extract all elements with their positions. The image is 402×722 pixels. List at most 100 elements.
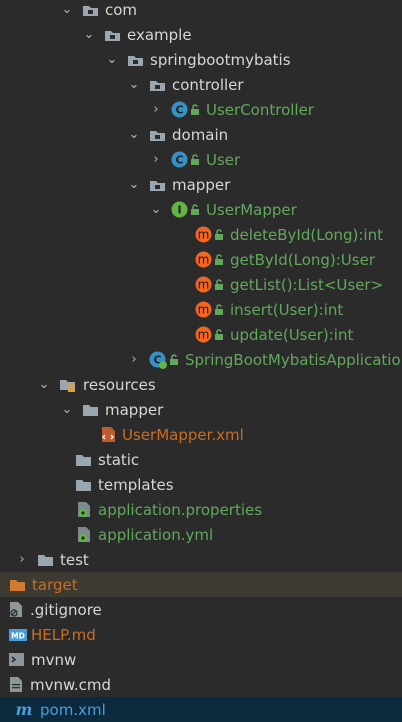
tree-item-mapper-folder[interactable]: ⌄ mapper [0, 397, 402, 422]
tree-item-mapper-package[interactable]: ⌄ mapper [0, 172, 402, 197]
tree-item-label: User [206, 150, 241, 169]
tree-item-mvnw[interactable]: mvnw [0, 647, 402, 672]
maven-badge-letter: m [16, 702, 33, 718]
markdown-file-icon: MD [9, 629, 27, 641]
package-icon [150, 130, 165, 141]
lock-icon [215, 228, 223, 240]
tree-item-method[interactable]: m update(User):int [0, 322, 402, 347]
spring-config-icon [78, 527, 90, 542]
tree-item-label: mapper [172, 175, 231, 194]
tree-item-springbootmybatis[interactable]: ⌄ springbootmybatis [0, 47, 402, 72]
tree-item-application-class[interactable]: › C SpringBootMybatisApplication [0, 347, 402, 372]
tree-item-label: update(User):int [230, 325, 354, 344]
tree-item-com[interactable]: ⌄ com [0, 0, 402, 22]
chevron-down-icon[interactable]: ⌄ [127, 77, 141, 92]
tree-item-label: UserMapper.xml [122, 425, 244, 444]
folder-icon [76, 454, 91, 466]
folder-icon [76, 479, 91, 491]
tree-item-domain[interactable]: ⌄ domain [0, 122, 402, 147]
tree-item-label: HELP.md [31, 625, 96, 644]
shell-script-icon [9, 653, 24, 666]
method-icon: m [195, 226, 212, 243]
chevron-right-icon[interactable]: › [149, 152, 163, 167]
package-icon [150, 80, 165, 91]
tree-item-pom-xml[interactable]: m pom.xml [0, 697, 402, 722]
package-icon [150, 180, 165, 191]
chevron-down-icon[interactable]: ⌄ [149, 202, 163, 217]
tree-item-templates[interactable]: templates [0, 472, 402, 497]
method-badge-letter: m [198, 328, 210, 342]
tree-item-application-yml[interactable]: application.yml [0, 522, 402, 547]
chevron-down-icon[interactable]: ⌄ [127, 127, 141, 142]
tree-item-help-md[interactable]: MD HELP.md [0, 622, 402, 647]
method-badge-letter: m [198, 278, 210, 292]
tree-item-label: controller [172, 75, 244, 94]
text-file-icon [10, 677, 22, 692]
tree-item-test[interactable]: › test [0, 547, 402, 572]
tree-item-label: target [32, 575, 78, 594]
folder-icon [38, 554, 53, 566]
package-icon [128, 55, 143, 66]
lock-icon [215, 253, 223, 265]
tree-item-method[interactable]: m getList():List<User> [0, 272, 402, 297]
tree-item-example[interactable]: ⌄ example [0, 22, 402, 47]
chevron-right-icon[interactable]: › [15, 552, 29, 567]
tree-item-label: mvnw [31, 650, 77, 669]
tree-item-label: .gitignore [30, 600, 102, 619]
lock-icon [215, 278, 223, 290]
class-badge-letter: C [175, 104, 183, 117]
tree-item-user[interactable]: › C User [0, 147, 402, 172]
tree-item-controller[interactable]: ⌄ controller [0, 72, 402, 97]
tree-item-target[interactable]: › target [0, 572, 402, 597]
tree-item-method[interactable]: m insert(User):int [0, 297, 402, 322]
tree-item-resources[interactable]: ⌄ resources [0, 372, 402, 397]
tree-item-application-properties[interactable]: application.properties [0, 497, 402, 522]
tree-item-user-controller[interactable]: › C UserController [0, 97, 402, 122]
method-icon: m [195, 251, 212, 268]
project-tree: ⌄ com ⌄ example ⌄ springbootmybatis ⌄ co… [0, 0, 402, 722]
method-icon: m [195, 276, 212, 293]
chevron-down-icon[interactable]: ⌄ [60, 2, 74, 17]
method-badge-letter: m [198, 303, 210, 317]
tree-item-label: getById(Long):User [230, 250, 375, 269]
lock-icon [170, 353, 178, 365]
chevron-down-icon[interactable]: ⌄ [82, 27, 96, 42]
chevron-right-icon[interactable]: › [127, 352, 141, 367]
tree-item-static[interactable]: static [0, 447, 402, 472]
chevron-down-icon[interactable]: ⌄ [127, 177, 141, 192]
tree-item-mvnw-cmd[interactable]: mvnw.cmd [0, 672, 402, 697]
interface-badge-letter: I [177, 204, 181, 217]
lock-icon [191, 153, 199, 165]
chevron-down-icon[interactable]: ⌄ [60, 402, 74, 417]
tree-item-label: getList():List<User> [230, 275, 384, 294]
tree-item-label: templates [98, 475, 174, 494]
resources-folder-icon [60, 380, 75, 392]
method-badge-letter: m [198, 253, 210, 267]
tree-item-method[interactable]: m deleteById(Long):int [0, 222, 402, 247]
tree-item-gitignore[interactable]: .gitignore [0, 597, 402, 622]
package-icon [105, 30, 120, 41]
tree-item-label: UserController [206, 100, 314, 119]
tree-item-label: application.yml [98, 525, 214, 544]
class-icon: C [171, 151, 188, 168]
chevron-right-icon[interactable]: › [149, 102, 163, 117]
md-badge-text: MD [11, 632, 25, 641]
chevron-down-icon[interactable]: ⌄ [105, 52, 119, 67]
spring-config-icon [78, 502, 90, 517]
ignore-file-icon [10, 602, 22, 617]
chevron-down-icon[interactable]: ⌄ [37, 377, 51, 392]
method-badge-letter: m [198, 228, 210, 242]
tree-item-user-mapper-xml[interactable]: UserMapper.xml [0, 422, 402, 447]
tree-item-method[interactable]: m getById(Long):User [0, 247, 402, 272]
class-badge-letter: C [175, 154, 183, 167]
method-icon: m [195, 326, 212, 343]
tree-item-label: deleteById(Long):int [230, 225, 383, 244]
lock-icon [215, 303, 223, 315]
tree-item-label: springbootmybatis [150, 50, 291, 69]
chevron-right-icon[interactable]: › [0, 578, 1, 592]
class-icon: C [171, 101, 188, 118]
tree-item-label: application.properties [98, 500, 263, 519]
tree-item-user-mapper[interactable]: ⌄ I UserMapper [0, 197, 402, 222]
tree-item-label: domain [172, 125, 229, 144]
tree-item-label: mapper [105, 400, 164, 419]
